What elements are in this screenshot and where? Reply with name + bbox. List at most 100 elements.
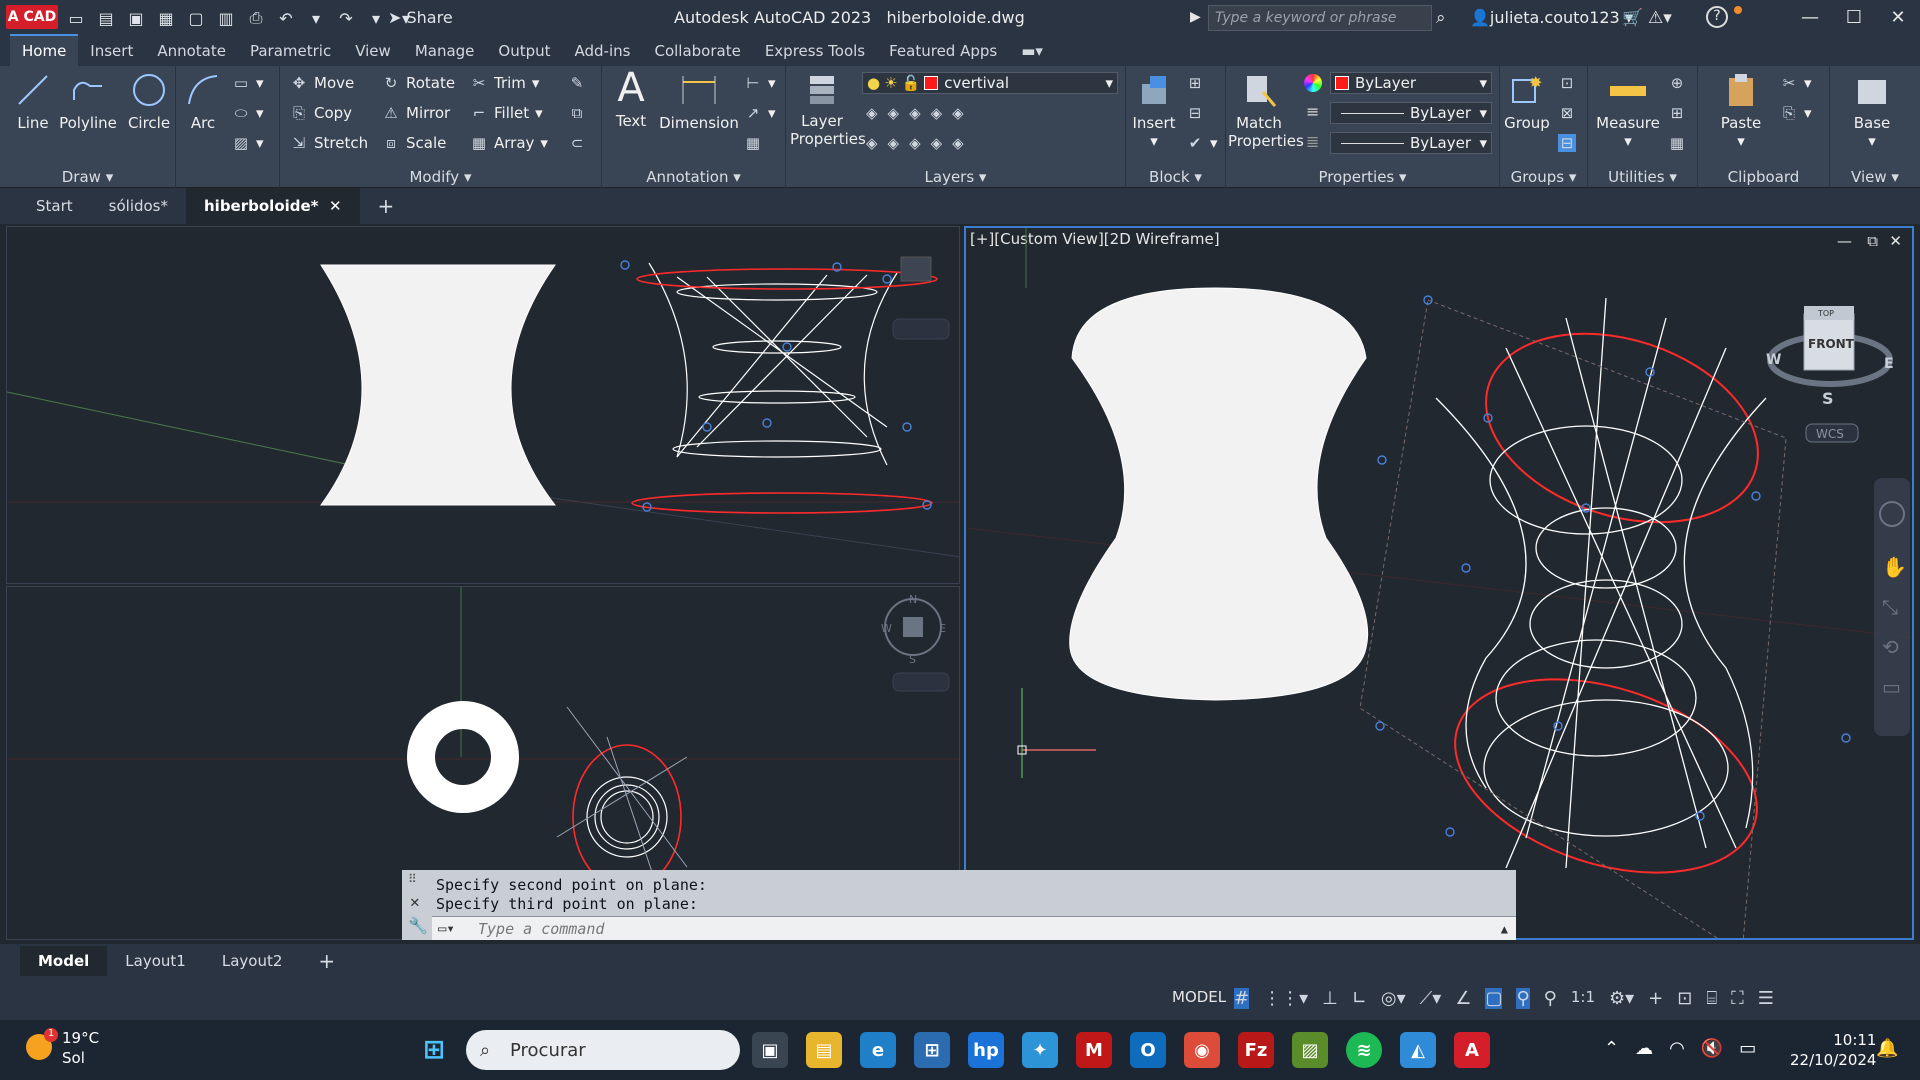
doc-tab-start[interactable]: Start: [18, 197, 91, 215]
notification-bell-icon[interactable]: 🔔: [1876, 1038, 1898, 1059]
command-grip-icon[interactable]: ⠿: [408, 872, 417, 886]
volume-muted-icon[interactable]: 🔇: [1701, 1038, 1723, 1059]
tab-express-tools[interactable]: Express Tools: [753, 36, 877, 66]
layer-properties-button[interactable]: Layer Properties: [790, 68, 866, 148]
modify-panel-title[interactable]: Modify ▾: [280, 168, 601, 186]
viewport-top-left[interactable]: [6, 226, 960, 584]
base-view-button[interactable]: Base ▾: [1850, 70, 1894, 150]
circle-button[interactable]: Circle: [124, 70, 174, 132]
search-icon[interactable]: ⌕: [1436, 8, 1446, 28]
weather-widget[interactable]: 1 19°C Sol: [26, 1028, 99, 1068]
properties-panel-title[interactable]: Properties ▾: [1226, 168, 1499, 186]
orbit-icon[interactable]: ⟲: [1882, 635, 1899, 659]
windows-start-icon[interactable]: ⊞: [416, 1032, 452, 1068]
chevron-up-icon[interactable]: ⌃: [1604, 1038, 1619, 1059]
lineweight-dropdown[interactable]: ByLayer ▾: [1330, 132, 1492, 154]
chrome-icon[interactable]: ◉: [1184, 1032, 1220, 1068]
color-wheel-icon[interactable]: [1304, 74, 1322, 92]
object-snap-tracking-icon[interactable]: ∠: [1455, 988, 1471, 1009]
polar-tracking-icon[interactable]: ◎▾: [1381, 988, 1406, 1009]
clipboard-panel-title[interactable]: Clipboard: [1698, 168, 1829, 186]
minimize-icon[interactable]: —: [1788, 0, 1832, 34]
photos-app-icon[interactable]: ◭: [1400, 1032, 1436, 1068]
fullscreen-icon[interactable]: ⛶: [1731, 988, 1744, 1009]
onedrive-icon[interactable]: ☁: [1635, 1038, 1653, 1059]
save-icon[interactable]: ▣: [124, 6, 148, 30]
draw-panel-title[interactable]: Draw ▾: [0, 168, 175, 186]
object-snap-icon[interactable]: ▢: [1485, 988, 1503, 1009]
maximize-icon[interactable]: ☐: [1832, 0, 1876, 34]
workspace-gear-icon[interactable]: ⚙▾: [1609, 988, 1634, 1009]
tab-featured-apps[interactable]: Featured Apps: [877, 36, 1009, 66]
line-button[interactable]: Line: [10, 70, 56, 132]
settings-app-icon[interactable]: ✦: [1022, 1032, 1058, 1068]
user-account[interactable]: 👤julieta.couto123 ▾: [1470, 8, 1633, 27]
array-button[interactable]: ▦ Array ▾: [470, 134, 548, 152]
wifi-icon[interactable]: ◠: [1669, 1038, 1685, 1059]
isodraft-icon[interactable]: ⟋▾: [1420, 988, 1442, 1009]
group-edit-tool[interactable]: ⊠: [1558, 104, 1576, 122]
id-point-tool[interactable]: ⊕: [1668, 74, 1686, 92]
paste-button[interactable]: Paste ▾: [1718, 70, 1764, 150]
share-button[interactable]: ➤ Share: [388, 8, 453, 27]
viewcube-mini-top[interactable]: [903, 617, 923, 637]
group-button[interactable]: ✸ Group: [1502, 70, 1552, 132]
cart-icon[interactable]: 🛒: [1622, 8, 1643, 28]
viewport-right-active[interactable]: [+][Custom View][2D Wireframe] — ⧉ ✕ TOP…: [964, 226, 1914, 940]
tab-home[interactable]: Home: [10, 34, 79, 66]
outlook-icon[interactable]: O: [1130, 1032, 1166, 1068]
tab-annotate[interactable]: Annotate: [145, 36, 238, 66]
edit-attributes-tool[interactable]: ✔ ▾: [1186, 134, 1218, 152]
filezilla-icon[interactable]: Fz: [1238, 1032, 1274, 1068]
cut-tool[interactable]: ✂ ▾: [1780, 74, 1812, 92]
taskbar-search[interactable]: ⌕ Procurar: [466, 1030, 740, 1070]
mirror-button[interactable]: ⚠ Mirror: [382, 104, 450, 122]
open-web-icon[interactable]: ▢: [184, 6, 208, 30]
measure-button[interactable]: Measure ▾: [1594, 70, 1662, 150]
leader-tool[interactable]: ↗ ▾: [744, 104, 776, 122]
status-menu-icon[interactable]: ☰: [1758, 988, 1774, 1009]
hatch-tool[interactable]: ▨ ▾: [232, 134, 264, 152]
linetype-dropdown[interactable]: ByLayer ▾: [1330, 102, 1492, 124]
grid-icon[interactable]: #: [1234, 988, 1250, 1009]
battery-icon[interactable]: ▭: [1739, 1038, 1756, 1059]
match-properties-button[interactable]: Match Properties: [1228, 70, 1304, 150]
layout-tab-layout1[interactable]: Layout1: [107, 946, 204, 976]
layout-tab-model[interactable]: Model: [20, 946, 108, 976]
spotify-icon[interactable]: ≋: [1346, 1032, 1382, 1068]
annotation-scale-value[interactable]: 1:1: [1571, 988, 1595, 1009]
autodesk-app-icon[interactable]: ⚠▾: [1648, 8, 1672, 28]
open-folder-icon[interactable]: ▤: [94, 6, 118, 30]
autocad-taskbar-icon[interactable]: A: [1454, 1032, 1490, 1068]
viewcube-mini[interactable]: [900, 256, 932, 282]
redo-icon[interactable]: ↷: [334, 6, 358, 30]
quick-properties-icon[interactable]: ⌸: [1706, 988, 1717, 1009]
undo-dropdown-icon[interactable]: ▾: [304, 6, 328, 30]
insert-button[interactable]: Insert ▾: [1130, 70, 1178, 150]
ribbon-display-toggle-icon[interactable]: ▬▾: [1009, 36, 1055, 66]
taskbar-clock[interactable]: 10:11 22/10/2024: [1790, 1030, 1876, 1070]
save-web-icon[interactable]: ▥: [214, 6, 238, 30]
command-expand-icon[interactable]: ▲: [1501, 922, 1508, 936]
stretch-button[interactable]: ⇲ Stretch: [290, 134, 368, 152]
command-customize-icon[interactable]: 🔧: [408, 916, 428, 935]
task-view-icon[interactable]: ▣: [752, 1032, 788, 1068]
add-layout-plus-icon[interactable]: +: [300, 943, 353, 979]
dimension-button[interactable]: Dimension: [658, 70, 740, 132]
model-space-toggle[interactable]: MODEL: [1172, 988, 1226, 1006]
rotate-button[interactable]: ↻ Rotate: [382, 74, 455, 92]
edit-block-tool[interactable]: ⊟: [1186, 104, 1204, 122]
recent-commands-icon[interactable]: ▭▾: [438, 921, 455, 937]
plot-icon[interactable]: ⎙: [244, 6, 268, 30]
infer-constraints-icon[interactable]: ⊥: [1322, 988, 1338, 1009]
image-app-icon[interactable]: ▨: [1292, 1032, 1328, 1068]
command-input[interactable]: Type a command: [432, 916, 1516, 940]
app-menu-logo[interactable]: A CAD: [6, 5, 58, 29]
scale-button[interactable]: ⧈ Scale: [382, 134, 446, 152]
ortho-icon[interactable]: ∟: [1352, 988, 1367, 1009]
close-icon[interactable]: ✕: [1876, 0, 1920, 34]
tab-manage[interactable]: Manage: [403, 36, 487, 66]
polyline-button[interactable]: Polyline: [58, 70, 118, 132]
help-icon[interactable]: ?: [1706, 6, 1728, 28]
explode-button[interactable]: ⧉: [568, 104, 586, 122]
